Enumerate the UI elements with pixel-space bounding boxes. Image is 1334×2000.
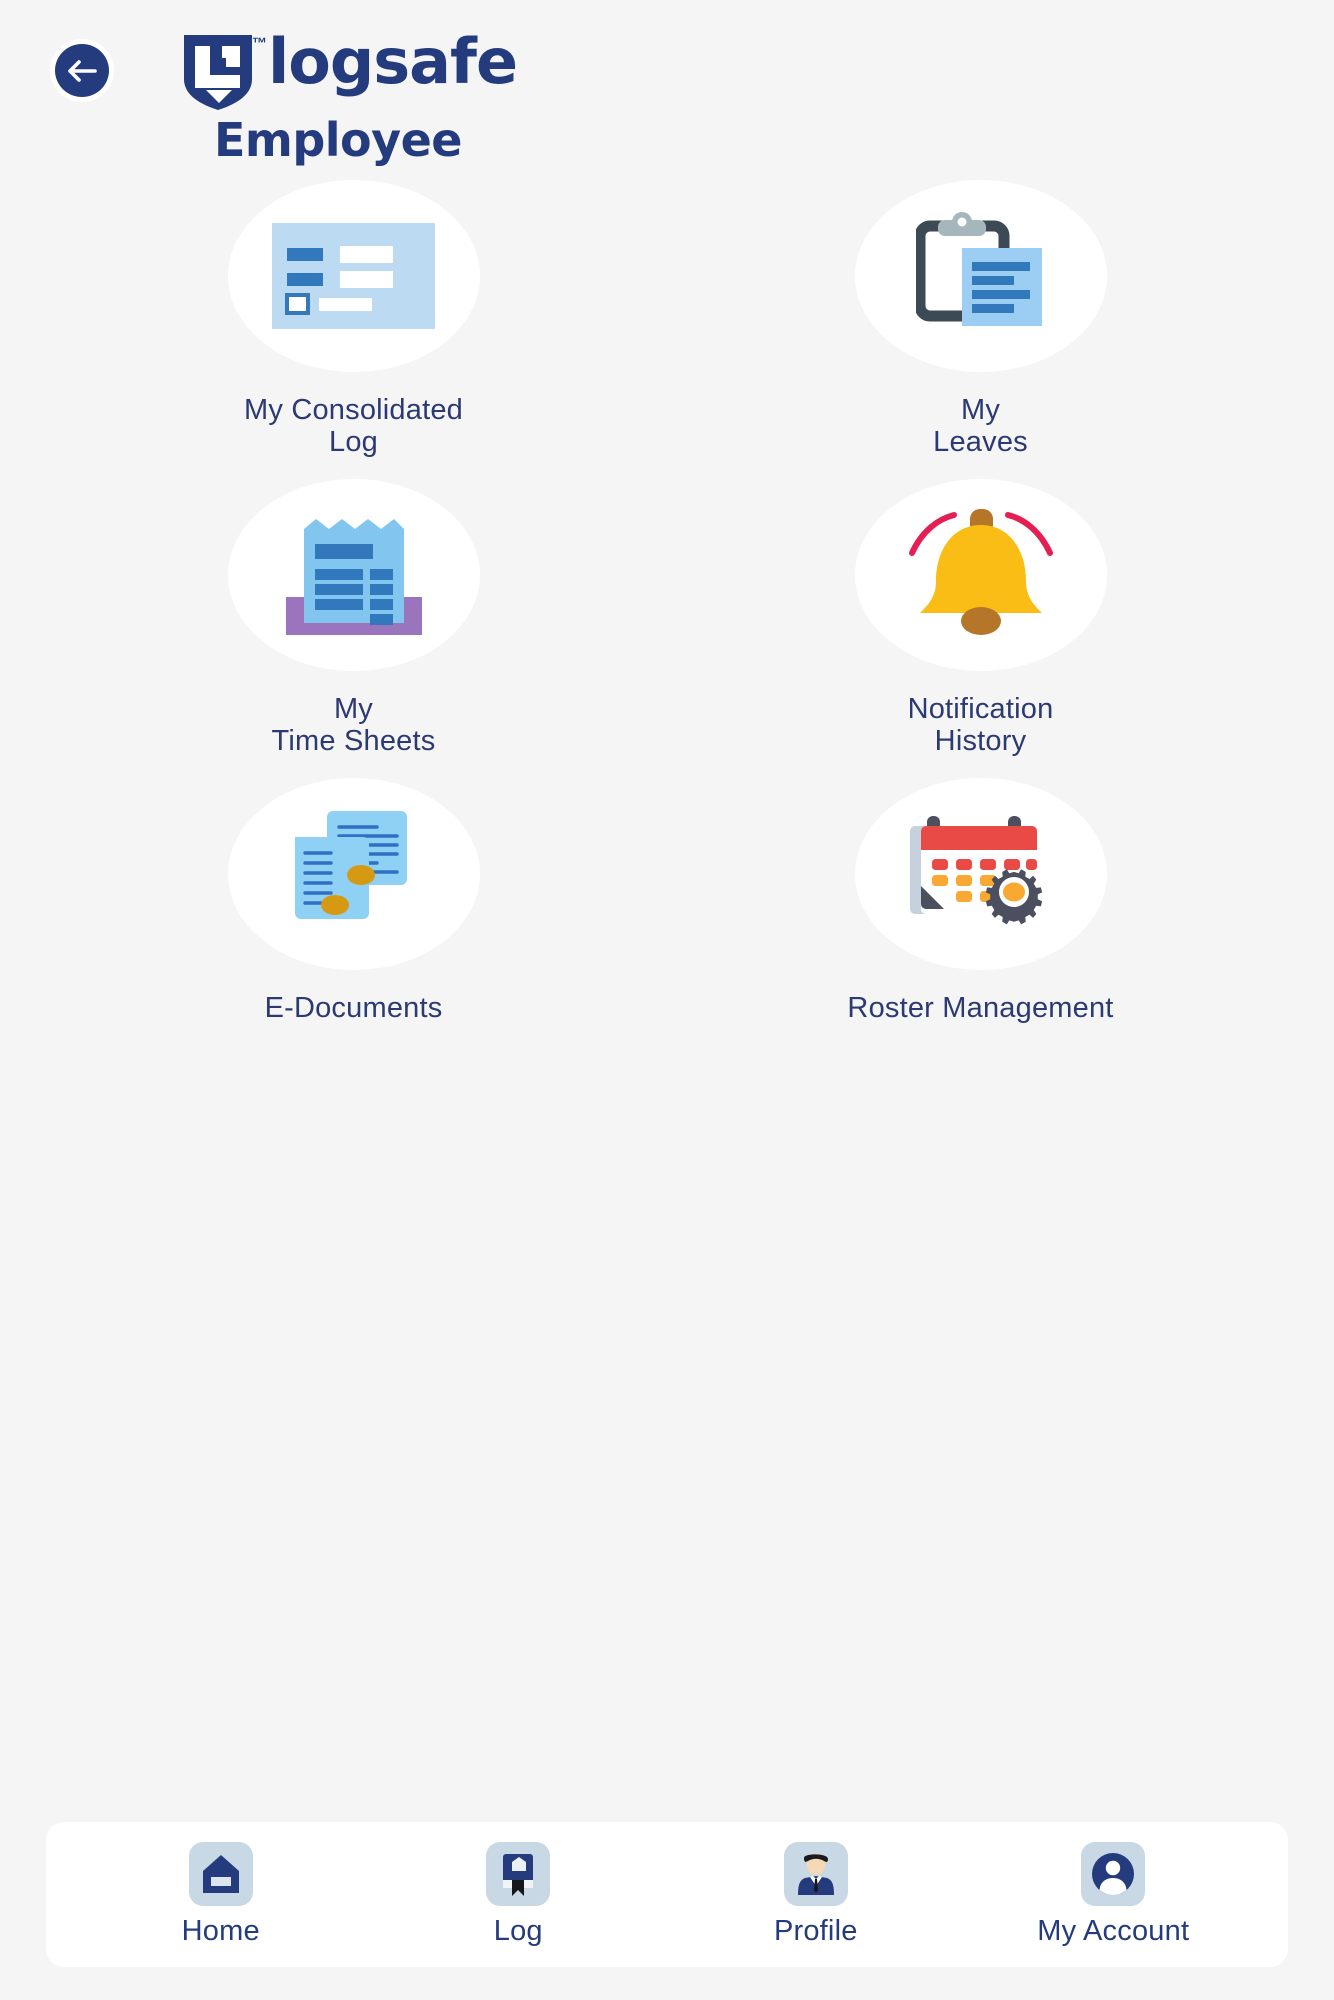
tile-label: My Consolidated Log [244,394,463,459]
nav-icon-box [486,1841,551,1906]
tile-icon-bubble [227,479,480,671]
tile-label: My Leaves [933,394,1028,459]
feature-grid: My Consolidated Log My Leaves My Time Sh… [40,180,1294,1077]
tile-icon-bubble [854,180,1107,372]
clipboard-leaves-icon [915,212,1042,326]
tile-my-time-sheets[interactable]: My Time Sheets [40,479,667,778]
tile-icon-bubble [227,180,480,372]
tile-roster-management[interactable]: Roster Management [667,778,1294,1077]
nav-label: Profile [773,1914,858,1947]
back-button[interactable] [55,44,109,97]
brand-name: logsafe [268,25,518,98]
nav-icon-box [1081,1841,1146,1906]
logsafe-shield-icon: ™ [182,33,267,111]
book-bookmark-icon [503,1853,534,1896]
arrow-left-icon [68,59,97,82]
nav-icon-box [188,1841,253,1906]
tile-label: E-Documents [264,992,443,1024]
home-icon [202,1854,239,1893]
nav-label: My Account [1037,1914,1190,1947]
calendar-gear-icon [909,816,1042,925]
bottom-navigation-bar: Home Log Profile My Account [46,1822,1288,1967]
consolidated-log-icon [272,223,435,329]
nav-item-log[interactable]: Log [413,1841,623,1948]
tile-label: Notification History [907,693,1054,758]
tile-icon-bubble [854,778,1107,970]
app-header: ™ logsafe Employee [0,0,1334,167]
tile-my-consolidated-log[interactable]: My Consolidated Log [40,180,667,479]
tile-notification-history[interactable]: Notification History [667,479,1294,778]
nav-icon-box [783,1841,848,1906]
brand-subtitle: Employee [213,113,463,167]
tile-label: My Time Sheets [271,693,436,758]
nav-item-my-account[interactable]: My Account [1008,1841,1218,1948]
nav-label: Home [181,1914,260,1947]
nav-label: Log [493,1914,543,1947]
nav-item-home[interactable]: Home [116,1841,326,1948]
brand-logo: ™ logsafe Employee [182,30,518,167]
account-circle-icon [1092,1852,1135,1895]
tile-icon-bubble [227,778,480,970]
tile-label: Roster Management [847,992,1114,1024]
app-screen: ™ logsafe Employee My Consolidated Log M… [0,0,1334,2000]
nav-item-profile[interactable]: Profile [711,1841,921,1948]
tile-my-leaves[interactable]: My Leaves [667,180,1294,479]
person-avatar-icon [797,1853,834,1895]
bell-icon [908,509,1053,635]
trademark-symbol: ™ [252,35,267,52]
tile-e-documents[interactable]: E-Documents [40,778,667,1077]
tile-icon-bubble [854,479,1107,671]
documents-icon [294,811,407,919]
timesheet-receipt-icon [285,519,422,635]
